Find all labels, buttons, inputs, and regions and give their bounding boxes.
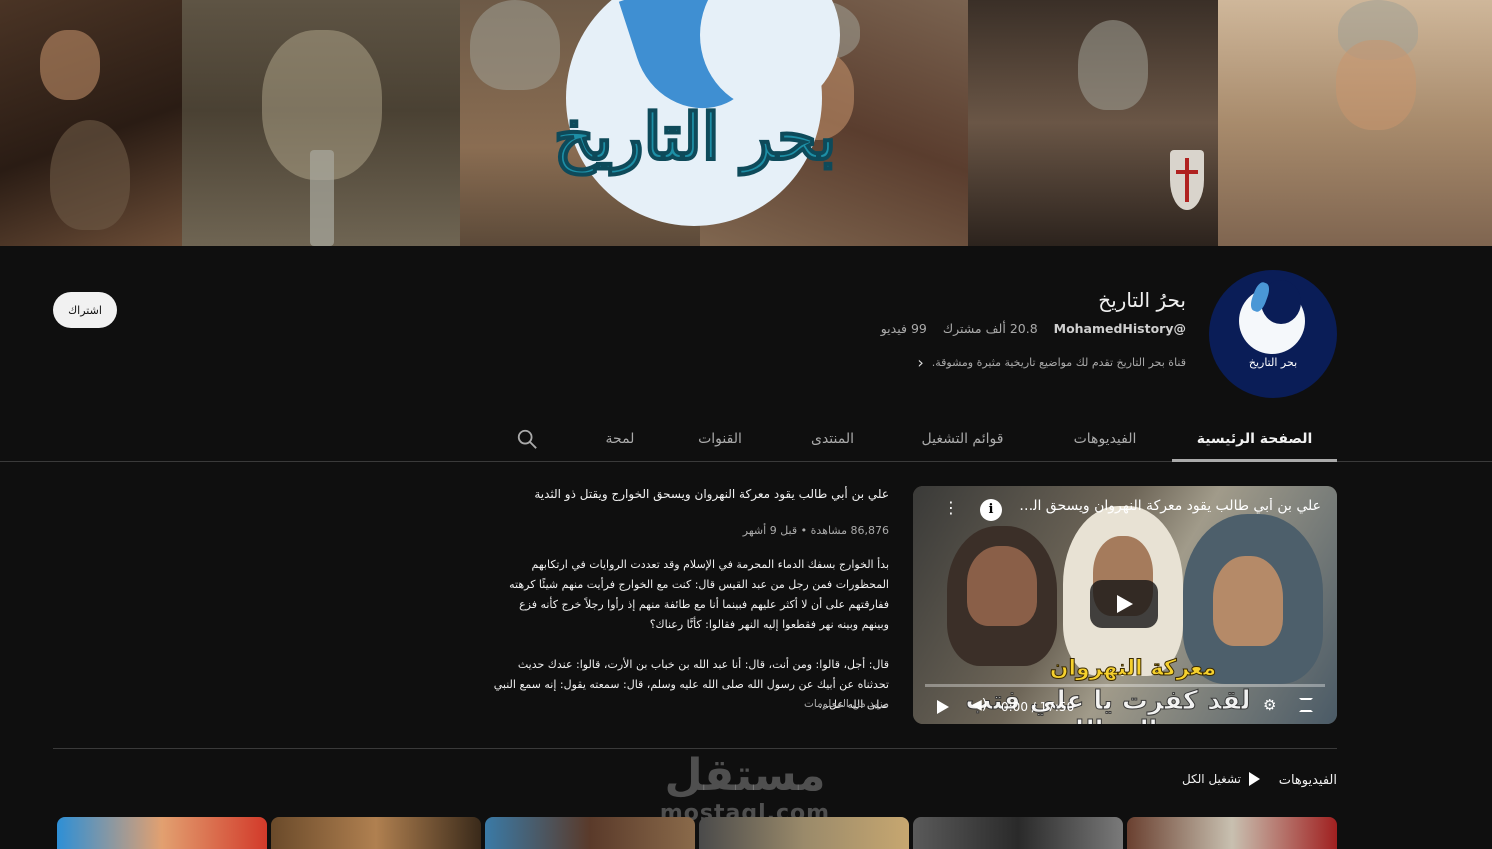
tab-home[interactable]: الصفحة الرئيسية bbox=[1172, 418, 1337, 462]
meta-separator: ‏ bbox=[930, 321, 936, 336]
channel-banner: بحر التاريخ bbox=[0, 0, 1492, 246]
thumbnail-face bbox=[967, 546, 1037, 626]
channel-name: بحرُ التاريخ bbox=[1098, 288, 1186, 312]
video-count: 99 فيديو bbox=[880, 321, 927, 336]
meta-separator: ‏ bbox=[1041, 321, 1047, 336]
channel-description[interactable]: قناة بحر التاريخ تقدم لك مواضيع تاريخية … bbox=[917, 353, 1186, 372]
banner-figure bbox=[1078, 20, 1148, 110]
shelf-title[interactable]: الفيديوهات bbox=[1279, 773, 1337, 788]
description-paragraph: بدأ الخوارج بسفك الدماء المحرمة في الإسل… bbox=[509, 558, 889, 631]
banner-panel bbox=[182, 0, 460, 246]
watermark: مستقل mostaql.com bbox=[655, 750, 835, 826]
thumbnail-face bbox=[1213, 556, 1283, 646]
video-thumbnail[interactable] bbox=[57, 817, 267, 849]
channel-description-text: قناة بحر التاريخ تقدم لك مواضيع تاريخية … bbox=[931, 356, 1186, 369]
tab-videos[interactable]: الفيديوهات bbox=[1045, 418, 1165, 462]
featured-video-meta: 86,876 مشاهدة • قبل 9 أشهر bbox=[742, 524, 889, 537]
section-divider bbox=[53, 748, 1337, 749]
player-banner-text: معركة النهروان bbox=[1049, 656, 1217, 682]
progress-bar[interactable] bbox=[925, 684, 1325, 687]
banner-figure bbox=[470, 0, 560, 90]
banner-sword bbox=[310, 150, 334, 246]
more-vert-icon[interactable]: ⋮ bbox=[943, 498, 959, 517]
video-thumbnail[interactable] bbox=[485, 817, 695, 849]
video-thumbnail[interactable] bbox=[913, 817, 1123, 849]
video-thumbnail[interactable] bbox=[699, 817, 909, 849]
banner-panel bbox=[1218, 0, 1492, 246]
fullscreen-icon[interactable] bbox=[1299, 698, 1313, 712]
banner-figure bbox=[40, 30, 100, 100]
featured-video-title[interactable]: علي بن أبي طالب يقود معركة النهروان ويسح… bbox=[489, 487, 889, 501]
time-display: 0:00 / 17:50 bbox=[1001, 700, 1075, 714]
banner-figure bbox=[50, 120, 130, 230]
channel-tabs: الصفحة الرئيسية الفيديوهات قوائم التشغيل… bbox=[0, 418, 1492, 462]
featured-video-player[interactable]: علي بن أبي طالب يقود معركة النهروان ويسح… bbox=[913, 486, 1337, 724]
watermark-arabic: مستقل bbox=[664, 750, 826, 801]
tab-community[interactable]: المنتدى bbox=[790, 418, 875, 462]
banner-figure bbox=[1336, 40, 1416, 130]
play-all-label: تشغيل الكل bbox=[1181, 772, 1241, 786]
play-all-button[interactable]: تشغيل الكل bbox=[1182, 772, 1260, 786]
player-title[interactable]: علي بن أبي طالب يقود معركة النهروان ويسح… bbox=[1011, 498, 1321, 514]
channel-meta: @MohamedHistory ‏ 20.8 ألف مشترك ‏ 99 في… bbox=[881, 321, 1186, 336]
tab-channels[interactable]: القنوات bbox=[680, 418, 760, 462]
banner-shield bbox=[1170, 150, 1204, 210]
channel-handle: @MohamedHistory bbox=[1053, 321, 1186, 336]
gear-icon[interactable]: ⚙ bbox=[1263, 696, 1276, 714]
tab-about[interactable]: لمحة bbox=[590, 418, 650, 462]
banner-title: بحر التاريخ bbox=[553, 99, 838, 176]
play-button[interactable] bbox=[1090, 580, 1158, 628]
video-thumbnail[interactable] bbox=[271, 817, 481, 849]
subscriber-count: 20.8 ألف مشترك bbox=[942, 321, 1038, 336]
banner-panel bbox=[968, 0, 1218, 246]
subscribe-button[interactable]: اشتراك bbox=[53, 292, 117, 328]
play-icon bbox=[1249, 772, 1260, 786]
video-shelf bbox=[57, 817, 1337, 849]
channel-avatar[interactable]: بحر التاريخ bbox=[1209, 270, 1337, 398]
chevron-left-icon: ‹ bbox=[917, 353, 924, 372]
more-info-link[interactable]: مزيد من المعلومات bbox=[804, 698, 889, 710]
avatar-text: بحر التاريخ bbox=[1248, 356, 1298, 369]
search-icon[interactable] bbox=[516, 428, 538, 450]
play-icon[interactable] bbox=[937, 700, 949, 714]
volume-icon[interactable]: ◀) bbox=[971, 697, 987, 713]
info-icon[interactable]: i bbox=[980, 499, 1002, 521]
tab-playlists[interactable]: قوائم التشغيل bbox=[900, 418, 1025, 462]
banner-panel bbox=[0, 0, 182, 246]
video-thumbnail[interactable] bbox=[1127, 817, 1337, 849]
player-controls: ◀) 0:00 / 17:50 ⚙ bbox=[913, 688, 1337, 724]
